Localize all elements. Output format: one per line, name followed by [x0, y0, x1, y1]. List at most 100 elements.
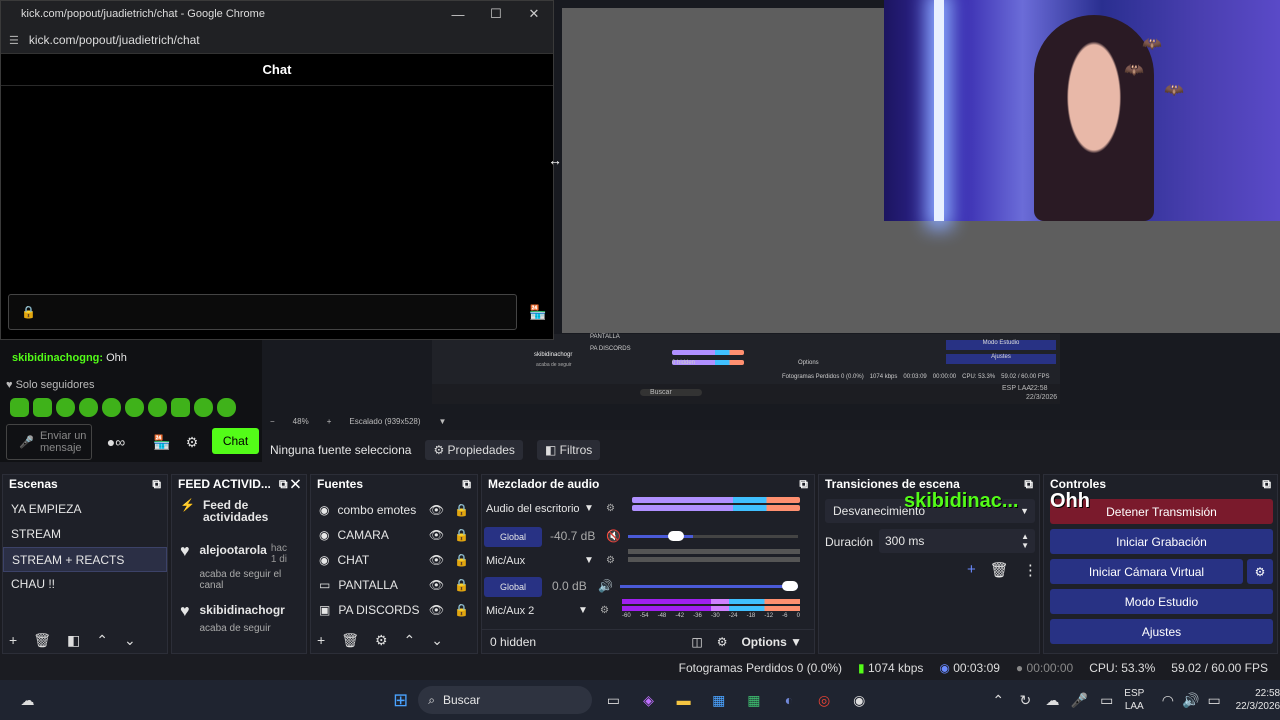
speaker-icon[interactable]: 🔊: [598, 579, 613, 593]
undock-icon[interactable]: ⧉: [1262, 477, 1271, 492]
store-icon[interactable]: 🏪: [150, 430, 174, 454]
emote-icon[interactable]: [125, 398, 144, 417]
battery-icon[interactable]: ▭: [1095, 688, 1118, 712]
chevron-down-icon[interactable]: ⌄: [124, 632, 136, 649]
weather-icon[interactable]: ☁: [16, 688, 39, 712]
task-view-icon[interactable]: ▭: [602, 688, 625, 712]
settings-button[interactable]: Ajustes: [1050, 619, 1273, 644]
source-item[interactable]: ◉ CAMARA 👁 🔒: [311, 522, 477, 547]
lock-icon[interactable]: 🔒: [454, 553, 469, 567]
emote-icon[interactable]: [194, 398, 213, 417]
undock-icon[interactable]: ⧉: [462, 477, 471, 492]
chrome-popout-window[interactable]: kick.com/popout/juadietrich/chat - Googl…: [0, 0, 554, 340]
layout-icon[interactable]: ◫: [691, 635, 702, 649]
chat-input[interactable]: 🔒: [8, 294, 517, 330]
trash-icon[interactable]: 🗑: [33, 632, 51, 649]
volume-slider-track[interactable]: [620, 581, 798, 591]
emote-icon[interactable]: [79, 398, 98, 417]
emote-icon[interactable]: [217, 398, 236, 417]
send-message-input[interactable]: 🎤 Enviar un mensaje: [6, 424, 92, 460]
eye-icon[interactable]: 👁: [429, 578, 444, 592]
source-item[interactable]: ◉ CHAT 👁 🔒: [311, 547, 477, 572]
scene-item[interactable]: STREAM: [3, 522, 167, 547]
source-item[interactable]: ◉ combo emotes 👁 🔒: [311, 497, 477, 522]
chevron-down-icon[interactable]: ⌄: [431, 632, 443, 649]
microphone-icon[interactable]: 🎤: [19, 435, 34, 449]
eye-icon[interactable]: 👁: [429, 603, 444, 617]
trash-icon[interactable]: 🗑: [341, 632, 359, 649]
taskbar-search[interactable]: ⌕ Buscar: [418, 686, 592, 714]
undock-icon[interactable]: ⧉: [152, 477, 161, 492]
chevron-down-icon[interactable]: ▼: [439, 417, 447, 426]
chevron-down-icon[interactable]: ▼: [584, 555, 594, 566]
eye-icon[interactable]: 👁: [429, 553, 444, 567]
emote-icon[interactable]: [56, 398, 75, 417]
lock-icon[interactable]: 🔒: [454, 528, 469, 542]
source-item[interactable]: ▭ PANTALLA 👁 🔒: [311, 572, 477, 597]
eye-icon[interactable]: 👁: [429, 503, 444, 517]
scale-mode[interactable]: Escalado (939x528): [349, 417, 420, 426]
chat-send-button[interactable]: Chat: [212, 428, 259, 454]
scene-item[interactable]: YA EMPIEZA: [3, 497, 167, 522]
settings-gear-icon[interactable]: ⚙: [180, 430, 204, 454]
properties-button[interactable]: ⚙ Propiedades: [425, 440, 523, 460]
start-recording-button[interactable]: Iniciar Grabación: [1050, 529, 1273, 554]
spreadsheet-icon[interactable]: ▦: [742, 688, 765, 712]
filters-button[interactable]: ◧ Filtros: [536, 440, 601, 460]
global-button[interactable]: Global: [484, 577, 542, 597]
filter-icon[interactable]: ◧: [67, 632, 80, 649]
emote-icon[interactable]: [10, 398, 29, 417]
muted-speaker-icon[interactable]: 🔇: [606, 529, 621, 543]
site-info-icon[interactable]: ☰: [9, 34, 19, 47]
duration-spinbox[interactable]: 300 ms ▲ ▼: [879, 529, 1035, 553]
emote-icon[interactable]: [148, 398, 167, 417]
copilot-icon[interactable]: ◈: [637, 688, 660, 712]
settings-icon[interactable]: ⚙: [600, 605, 609, 616]
emote-icon[interactable]: [33, 398, 52, 417]
zoom-out-icon[interactable]: −: [270, 417, 275, 426]
chrome-icon[interactable]: ◎: [813, 688, 836, 712]
gear-icon[interactable]: ⚙: [375, 632, 388, 649]
wifi-icon[interactable]: ◠: [1156, 688, 1179, 712]
chat-username[interactable]: skibidinachogng:: [12, 352, 103, 364]
sync-icon[interactable]: ↻: [1014, 688, 1037, 712]
undock-icon[interactable]: ⧉: [799, 477, 808, 492]
scene-item-selected[interactable]: STREAM + REACTS: [3, 547, 167, 572]
volume-slider-handle[interactable]: [668, 531, 684, 541]
store-icon[interactable]: 🏪: [529, 304, 546, 321]
language-indicator[interactable]: ESP LAA: [1124, 687, 1144, 713]
volume-slider-track[interactable]: [628, 531, 798, 541]
cloud-icon[interactable]: ☁: [1041, 688, 1064, 712]
link-icon[interactable]: ⚙: [717, 635, 728, 649]
emote-icon[interactable]: [171, 398, 190, 417]
trash-icon[interactable]: 🗑: [990, 561, 1009, 579]
start-virtual-camera-button[interactable]: Iniciar Cámara Virtual: [1050, 559, 1243, 584]
add-icon[interactable]: +: [9, 632, 17, 649]
obs-icon[interactable]: ◉: [848, 688, 871, 712]
options-button[interactable]: Options ▼: [741, 635, 814, 649]
chevron-down-icon[interactable]: ▼: [578, 605, 588, 616]
more-vertical-icon[interactable]: ⋮: [1023, 561, 1038, 579]
spin-arrows-icon[interactable]: ▲ ▼: [1021, 532, 1035, 550]
emote-icon[interactable]: [102, 398, 121, 417]
file-explorer-icon[interactable]: ▬: [672, 688, 695, 712]
add-icon[interactable]: +: [317, 632, 325, 649]
maximize-icon[interactable]: ☐: [477, 1, 515, 27]
microphone-icon[interactable]: 🎤: [1068, 688, 1091, 712]
global-button[interactable]: Global: [484, 527, 542, 547]
hidden-count[interactable]: 0 hidden: [490, 635, 536, 649]
lock-icon[interactable]: 🔒: [454, 578, 469, 592]
battery-status-icon[interactable]: ▭: [1203, 688, 1226, 712]
volume-slider-handle[interactable]: [782, 581, 798, 591]
zoom-in-icon[interactable]: +: [327, 417, 332, 426]
eye-icon[interactable]: 👁: [429, 528, 444, 542]
chevron-down-icon[interactable]: ▼: [584, 503, 594, 514]
calculator-icon[interactable]: ▦: [707, 688, 730, 712]
virtual-camera-settings-icon[interactable]: ⚙: [1247, 559, 1273, 584]
source-item[interactable]: ▣ PA DISCORDS 👁 🔒: [311, 597, 477, 622]
window-titlebar[interactable]: kick.com/popout/juadietrich/chat - Googl…: [1, 1, 553, 27]
address-bar[interactable]: ☰ kick.com/popout/juadietrich/chat: [1, 27, 553, 54]
volume-icon[interactable]: 🔊: [1179, 688, 1202, 712]
minimize-icon[interactable]: —: [439, 1, 477, 27]
clock[interactable]: 22:58 22/3/2026: [1236, 687, 1280, 713]
